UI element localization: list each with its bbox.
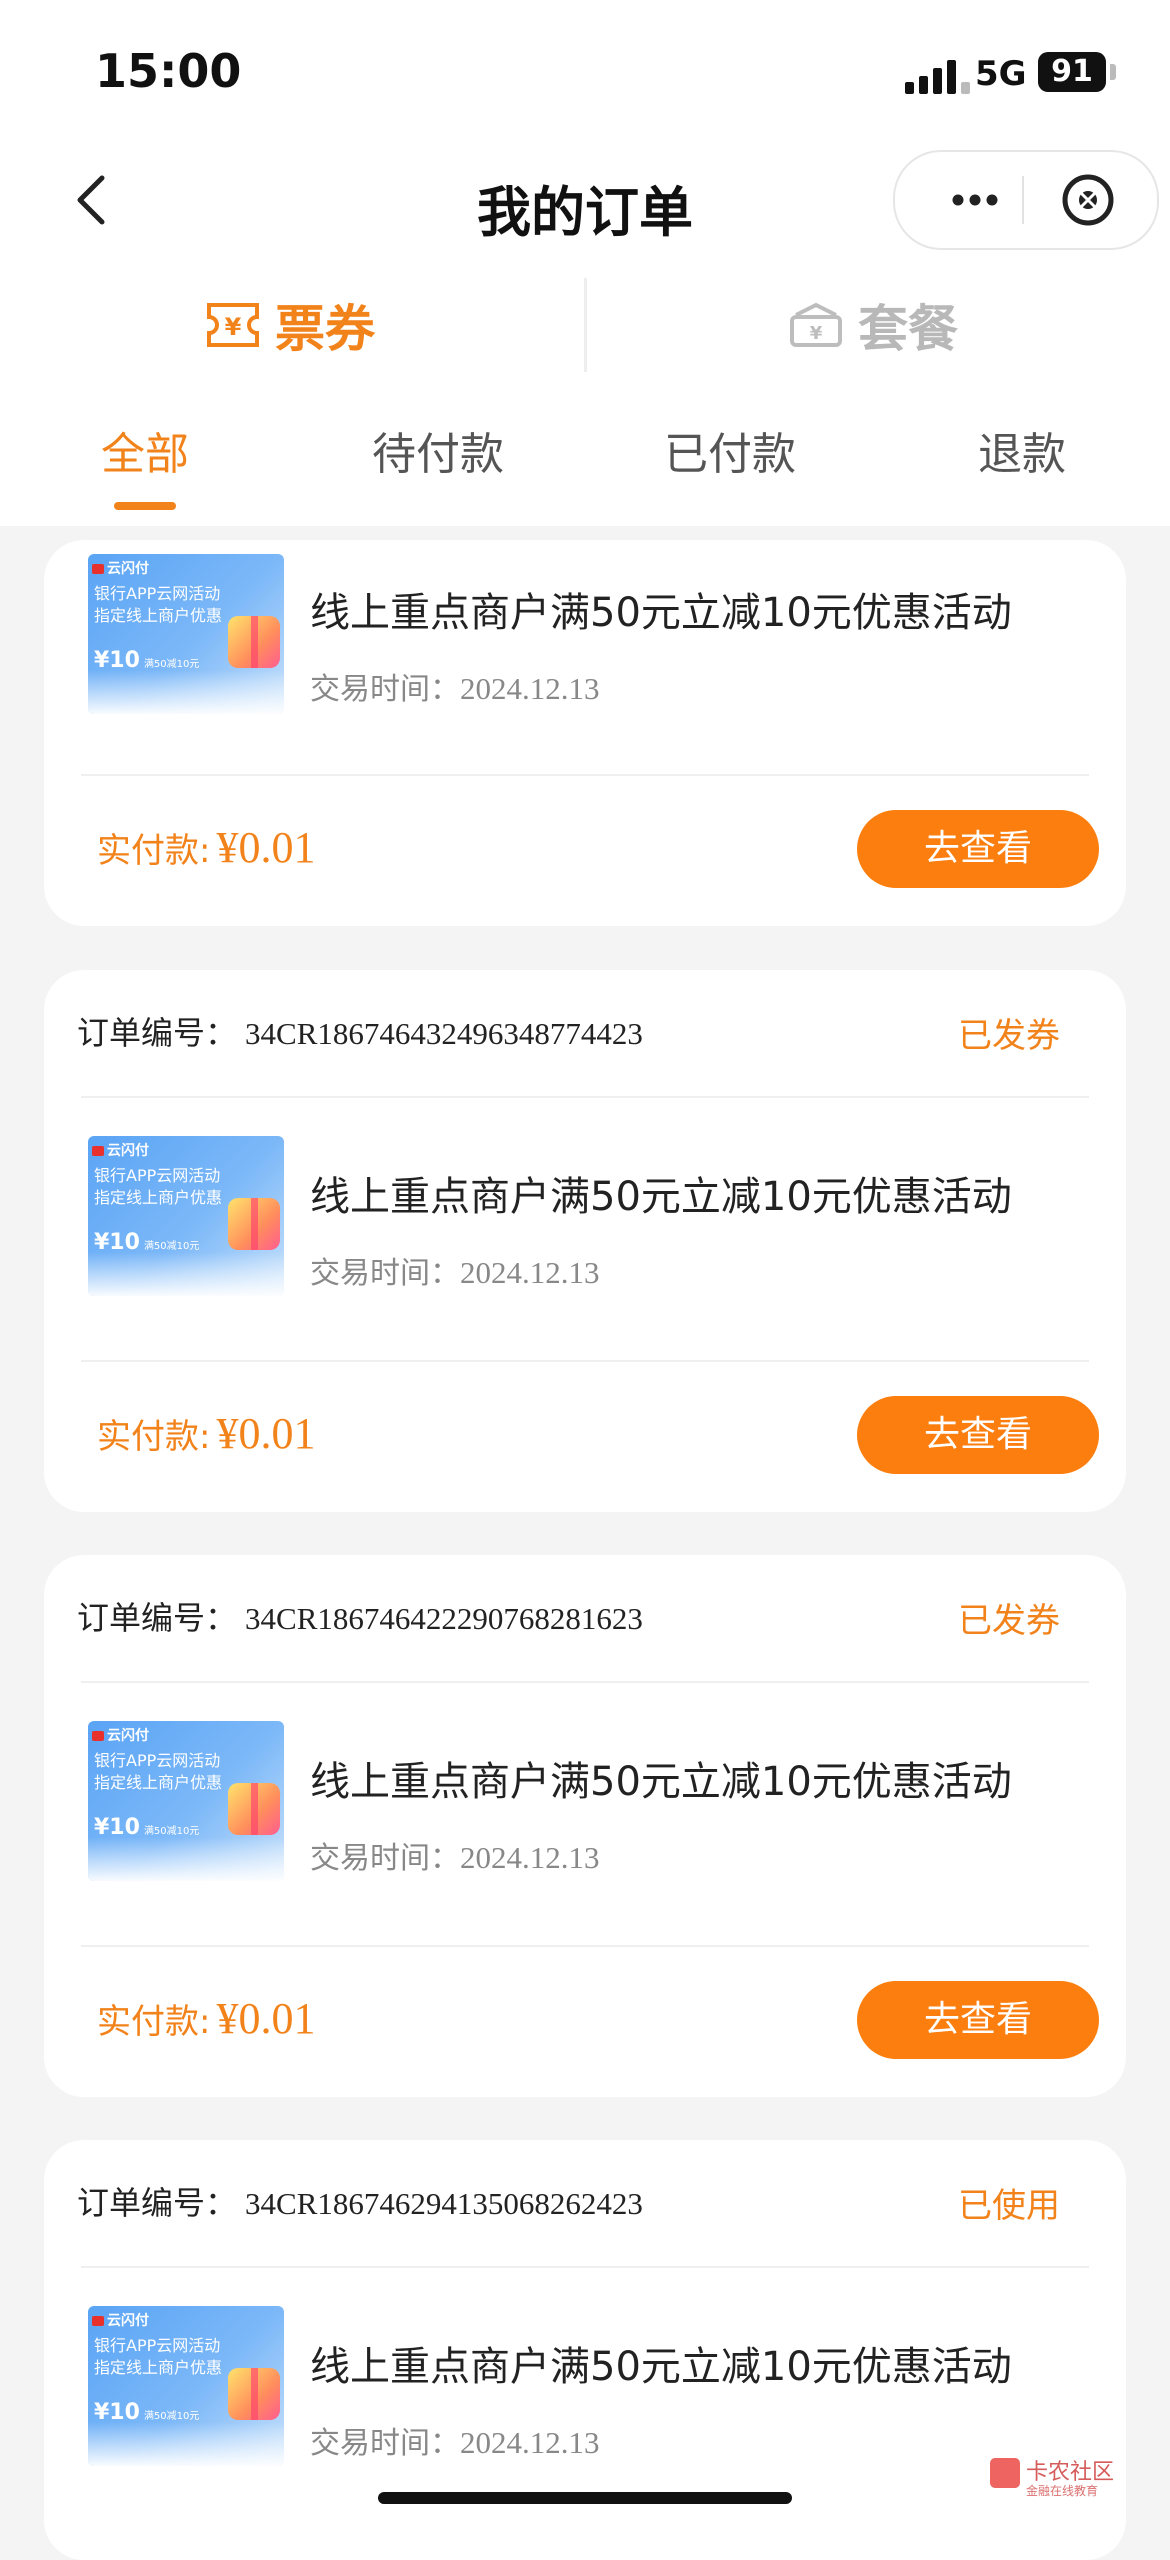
tab-pending-payment[interactable]: 待付款 xyxy=(372,418,504,482)
svg-text:¥: ¥ xyxy=(225,313,242,341)
view-button[interactable]: 去查看 xyxy=(857,810,1099,888)
divider xyxy=(81,2266,1089,2268)
order-card[interactable]: 订单编号： 34CR186746422290768281623 已发券 云闪付 银… xyxy=(44,1555,1126,2097)
nav-bar: 我的订单 xyxy=(0,140,1170,260)
thumb-fade xyxy=(88,670,284,714)
paid-amount: 实付款: ¥0.01 xyxy=(97,1409,316,1458)
order-status: 已发券 xyxy=(958,1016,1060,1056)
brand-logo: 云闪付 xyxy=(92,2310,149,2330)
trade-time: 交易时间：2024.12.13 xyxy=(310,1840,600,1876)
status-bar: 15:00 5G 91 xyxy=(0,0,1170,140)
order-number-label: 订单编号： xyxy=(77,1014,238,1052)
home-indicator[interactable] xyxy=(378,2492,792,2504)
battery-icon: 91 xyxy=(1038,52,1106,92)
tab-paid[interactable]: 已付款 xyxy=(664,418,796,482)
order-number-row: 订单编号： 34CR186746432496348774423 已发券 xyxy=(77,1008,1093,1058)
header: 15:00 5G 91 我的订单 ¥ 票券 ¥ 套餐 全部 待付款 已付款 退款 xyxy=(0,0,1170,526)
more-icon[interactable] xyxy=(930,152,1020,248)
view-button[interactable]: 去查看 xyxy=(857,1981,1099,2059)
thumb-line1: 银行APP云网活动 xyxy=(94,1166,221,1185)
capsule-divider xyxy=(1022,176,1024,224)
signal-icon xyxy=(905,58,970,94)
brand-logo: 云闪付 xyxy=(92,1725,149,1745)
product-thumbnail: 云闪付 银行APP云网活动 指定线上商户优惠 ¥10 满50减10元 xyxy=(88,1136,284,1296)
thumb-line2: 指定线上商户优惠 xyxy=(94,1773,223,1792)
close-icon[interactable] xyxy=(1055,167,1121,233)
segment-packages[interactable]: ¥ 套餐 xyxy=(788,270,958,380)
segment-tickets-label: 票券 xyxy=(275,300,375,358)
ticket-icon: ¥ xyxy=(207,303,259,347)
product-title: 线上重点商户满50元立减10元优惠活动 xyxy=(310,1174,1012,1220)
divider xyxy=(81,1096,1089,1098)
mini-program-capsule xyxy=(893,150,1159,250)
trade-time: 交易时间：2024.12.13 xyxy=(310,2425,600,2461)
battery-tip xyxy=(1110,64,1116,80)
thumb-line2: 指定线上商户优惠 xyxy=(94,2358,223,2377)
divider xyxy=(81,774,1089,776)
network-type: 5G xyxy=(975,54,1027,94)
svg-text:¥: ¥ xyxy=(810,323,823,344)
trade-time: 交易时间：2024.12.13 xyxy=(310,671,600,707)
order-number-label: 订单编号： xyxy=(77,1599,238,1637)
gift-icon xyxy=(228,1783,280,1835)
view-button[interactable]: 去查看 xyxy=(857,1396,1099,1474)
order-number: 34CR186746422290768281623 xyxy=(245,1601,643,1636)
product-title: 线上重点商户满50元立减10元优惠活动 xyxy=(310,2344,1012,2390)
watermark-mark xyxy=(990,2458,1020,2488)
package-icon: ¥ xyxy=(790,302,842,347)
divider xyxy=(81,1945,1089,1947)
tab-all[interactable]: 全部 xyxy=(101,418,189,482)
paid-amount: 实付款: ¥0.01 xyxy=(97,1994,316,2043)
tab-refund[interactable]: 退款 xyxy=(978,418,1066,482)
order-number: 34CR186746432496348774423 xyxy=(245,1016,643,1051)
order-number-label: 订单编号： xyxy=(77,2184,238,2222)
trade-time: 交易时间：2024.12.13 xyxy=(310,1255,600,1291)
divider xyxy=(81,1681,1089,1683)
thumb-line2: 指定线上商户优惠 xyxy=(94,606,223,625)
brand-logo: 云闪付 xyxy=(92,558,149,578)
thumb-fade xyxy=(88,1837,284,1881)
product-thumbnail: 云闪付 银行APP云网活动 指定线上商户优惠 ¥10 满50减10元 xyxy=(88,1721,284,1881)
status-time: 15:00 xyxy=(95,44,242,98)
thumb-line1: 银行APP云网活动 xyxy=(94,2336,221,2355)
gift-icon xyxy=(228,1198,280,1250)
product-thumbnail: 云闪付 银行APP云网活动 指定线上商户优惠 ¥10 满50减10元 xyxy=(88,554,284,714)
thumb-line2: 指定线上商户优惠 xyxy=(94,1188,223,1207)
segment-packages-label: 套餐 xyxy=(858,300,958,358)
thumb-line1: 银行APP云网活动 xyxy=(94,1751,221,1770)
thumb-line1: 银行APP云网活动 xyxy=(94,584,221,603)
product-title: 线上重点商户满50元立减10元优惠活动 xyxy=(310,1759,1012,1805)
gift-icon xyxy=(228,616,280,668)
thumb-fade xyxy=(88,2422,284,2466)
paid-amount: 实付款: ¥0.01 xyxy=(97,823,316,872)
order-card[interactable]: 云闪付 银行APP云网活动 指定线上商户优惠 ¥10 满50减10元 线上重点商户… xyxy=(44,540,1126,926)
thumb-fade xyxy=(88,1252,284,1296)
divider xyxy=(81,1360,1089,1362)
order-card[interactable]: 订单编号： 34CR186746432496348774423 已发券 云闪付 银… xyxy=(44,970,1126,1512)
segment-divider xyxy=(584,278,587,372)
order-number-row: 订单编号： 34CR186746294135068262423 已使用 xyxy=(77,2178,1093,2228)
tab-indicator xyxy=(114,502,176,510)
product-title: 线上重点商户满50元立减10元优惠活动 xyxy=(310,590,1012,636)
order-status: 已使用 xyxy=(958,2186,1060,2226)
gift-icon xyxy=(228,2368,280,2420)
watermark-slogan: 金融在线教育 xyxy=(1026,2484,1099,2498)
segment-tickets[interactable]: ¥ 票券 xyxy=(205,270,375,380)
order-status: 已发券 xyxy=(958,1601,1060,1641)
order-number: 34CR186746294135068262423 xyxy=(245,2186,643,2221)
product-thumbnail: 云闪付 银行APP云网活动 指定线上商户优惠 ¥10 满50减10元 xyxy=(88,2306,284,2466)
order-number-row: 订单编号： 34CR186746422290768281623 已发券 xyxy=(77,1593,1093,1643)
brand-logo: 云闪付 xyxy=(92,1140,149,1160)
